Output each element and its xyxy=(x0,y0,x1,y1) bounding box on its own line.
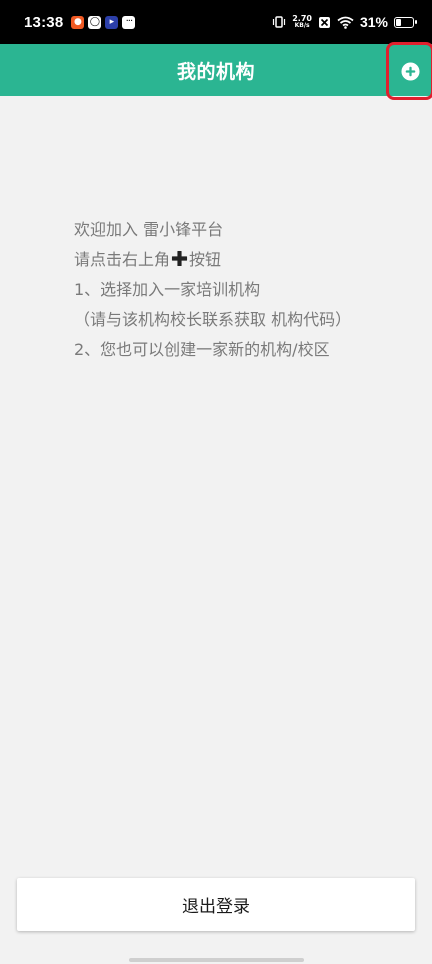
status-time: 13:38 xyxy=(24,13,64,31)
more-notifications-icon: ··· xyxy=(122,15,136,29)
battery-percent: 31% xyxy=(359,14,388,30)
network-speed-unit: KB/s xyxy=(294,22,310,29)
option-join-line: 1、选择加入一家培训机构 xyxy=(74,280,261,299)
page-title: 我的机构 xyxy=(176,60,255,83)
app-notification-icon: ● xyxy=(71,15,85,29)
option-create-line: 2、您也可以创建一家新的机构/校区 xyxy=(74,340,330,359)
plus-icon xyxy=(171,250,188,267)
network-speed: 2.70 KB/s xyxy=(292,15,312,29)
hint-text-before: 请点击右上角 xyxy=(74,250,171,269)
home-indicator[interactable] xyxy=(129,958,304,962)
header-bar: 我的机构 xyxy=(0,42,432,100)
hint-line: 请点击右上角 按钮 xyxy=(74,245,351,275)
plus-circle-icon xyxy=(400,61,420,81)
logout-button[interactable]: 退出登录 xyxy=(17,878,415,931)
app-notification-icon: ◯ xyxy=(88,15,102,29)
status-right: 2.70 KB/s 31% xyxy=(272,14,417,30)
no-sim-icon xyxy=(318,16,330,28)
status-bar: 13:38 ● ◯ ▸ ··· 2.70 KB/s 31% xyxy=(0,0,432,44)
battery-icon xyxy=(394,16,417,28)
notification-icons: ● ◯ ▸ ··· xyxy=(71,15,136,29)
instructions-text: 欢迎加入 雷小锋平台 请点击右上角 按钮 1、选择加入一家培训机构 （请与该机构校… xyxy=(74,215,351,365)
add-organization-button[interactable] xyxy=(386,42,432,100)
battery-level-fill xyxy=(396,18,401,26)
wifi-icon xyxy=(337,16,354,29)
welcome-line: 欢迎加入 雷小锋平台 xyxy=(74,220,224,239)
option-join-note: （请与该机构校长联系获取 机构代码） xyxy=(74,310,352,329)
app-notification-icon: ▸ xyxy=(105,15,119,29)
vibrate-icon xyxy=(273,16,286,28)
screen: 13:38 ● ◯ ▸ ··· 2.70 KB/s 31% 我的机构 欢迎加入 … xyxy=(0,0,432,964)
hint-text-after: 按钮 xyxy=(189,250,222,269)
